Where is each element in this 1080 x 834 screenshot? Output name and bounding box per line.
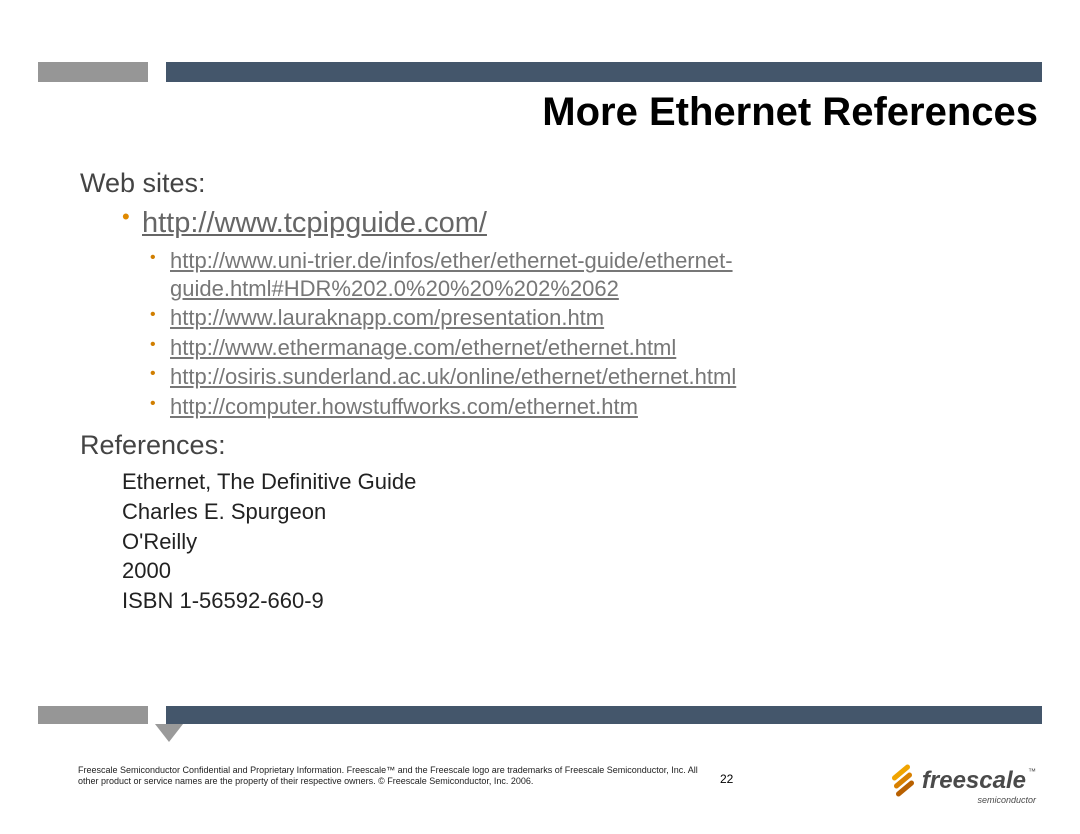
bar-segment-gray [38, 62, 148, 82]
list-item: http://www.tcpipguide.com/ [122, 205, 1020, 241]
bar-segment-gray [38, 706, 148, 724]
bar-segment-navy [166, 706, 1042, 724]
ref-line: Ethernet, The Definitive Guide [122, 467, 1020, 497]
ref-line: 2000 [122, 556, 1020, 586]
triangle-decor-icon [155, 724, 183, 742]
logo-text: freescale [922, 767, 1026, 794]
ref-line: Charles E. Spurgeon [122, 497, 1020, 527]
list-item: http://www.ethermanage.com/ethernet/ethe… [150, 334, 1020, 362]
logo-wordmark: freescale™ semiconductor [922, 767, 1036, 795]
list-item: http://computer.howstuffworks.com/ethern… [150, 393, 1020, 421]
logo-tm: ™ [1028, 767, 1036, 776]
top-decor-bar [38, 62, 1042, 82]
link[interactable]: http://computer.howstuffworks.com/ethern… [170, 394, 638, 419]
list-item: http://www.uni-trier.de/infos/ether/ethe… [150, 247, 1020, 302]
page-number: 22 [720, 772, 733, 786]
list-item: http://osiris.sunderland.ac.uk/online/et… [150, 363, 1020, 391]
logo-subtext: semiconductor [977, 795, 1036, 805]
list-item: http://www.lauraknapp.com/presentation.h… [150, 304, 1020, 332]
link[interactable]: http://www.lauraknapp.com/presentation.h… [170, 305, 604, 330]
link[interactable]: http://www.tcpipguide.com/ [142, 207, 487, 239]
slide-title: More Ethernet References [542, 90, 1038, 135]
ref-line: ISBN 1-56592-660-9 [122, 586, 1020, 616]
sub-link-list: http://www.uni-trier.de/infos/ether/ethe… [80, 247, 1020, 420]
references-heading: References: [80, 430, 1020, 461]
main-link-list: http://www.tcpipguide.com/ [80, 205, 1020, 241]
bottom-decor-bar [38, 706, 1042, 724]
freescale-logo: freescale™ semiconductor [888, 766, 1036, 796]
link[interactable]: http://www.ethermanage.com/ethernet/ethe… [170, 335, 676, 360]
link[interactable]: http://osiris.sunderland.ac.uk/online/et… [170, 364, 736, 389]
ref-line: O'Reilly [122, 527, 1020, 557]
bar-segment-navy [166, 62, 1042, 82]
link[interactable]: http://www.uni-trier.de/infos/ether/ethe… [170, 248, 733, 301]
slide-content: Web sites: http://www.tcpipguide.com/ ht… [80, 168, 1020, 616]
footer-legal-text: Freescale Semiconductor Confidential and… [78, 765, 698, 786]
websites-heading: Web sites: [80, 168, 1020, 199]
reference-block: Ethernet, The Definitive Guide Charles E… [80, 467, 1020, 615]
logo-swish-icon [888, 766, 918, 796]
